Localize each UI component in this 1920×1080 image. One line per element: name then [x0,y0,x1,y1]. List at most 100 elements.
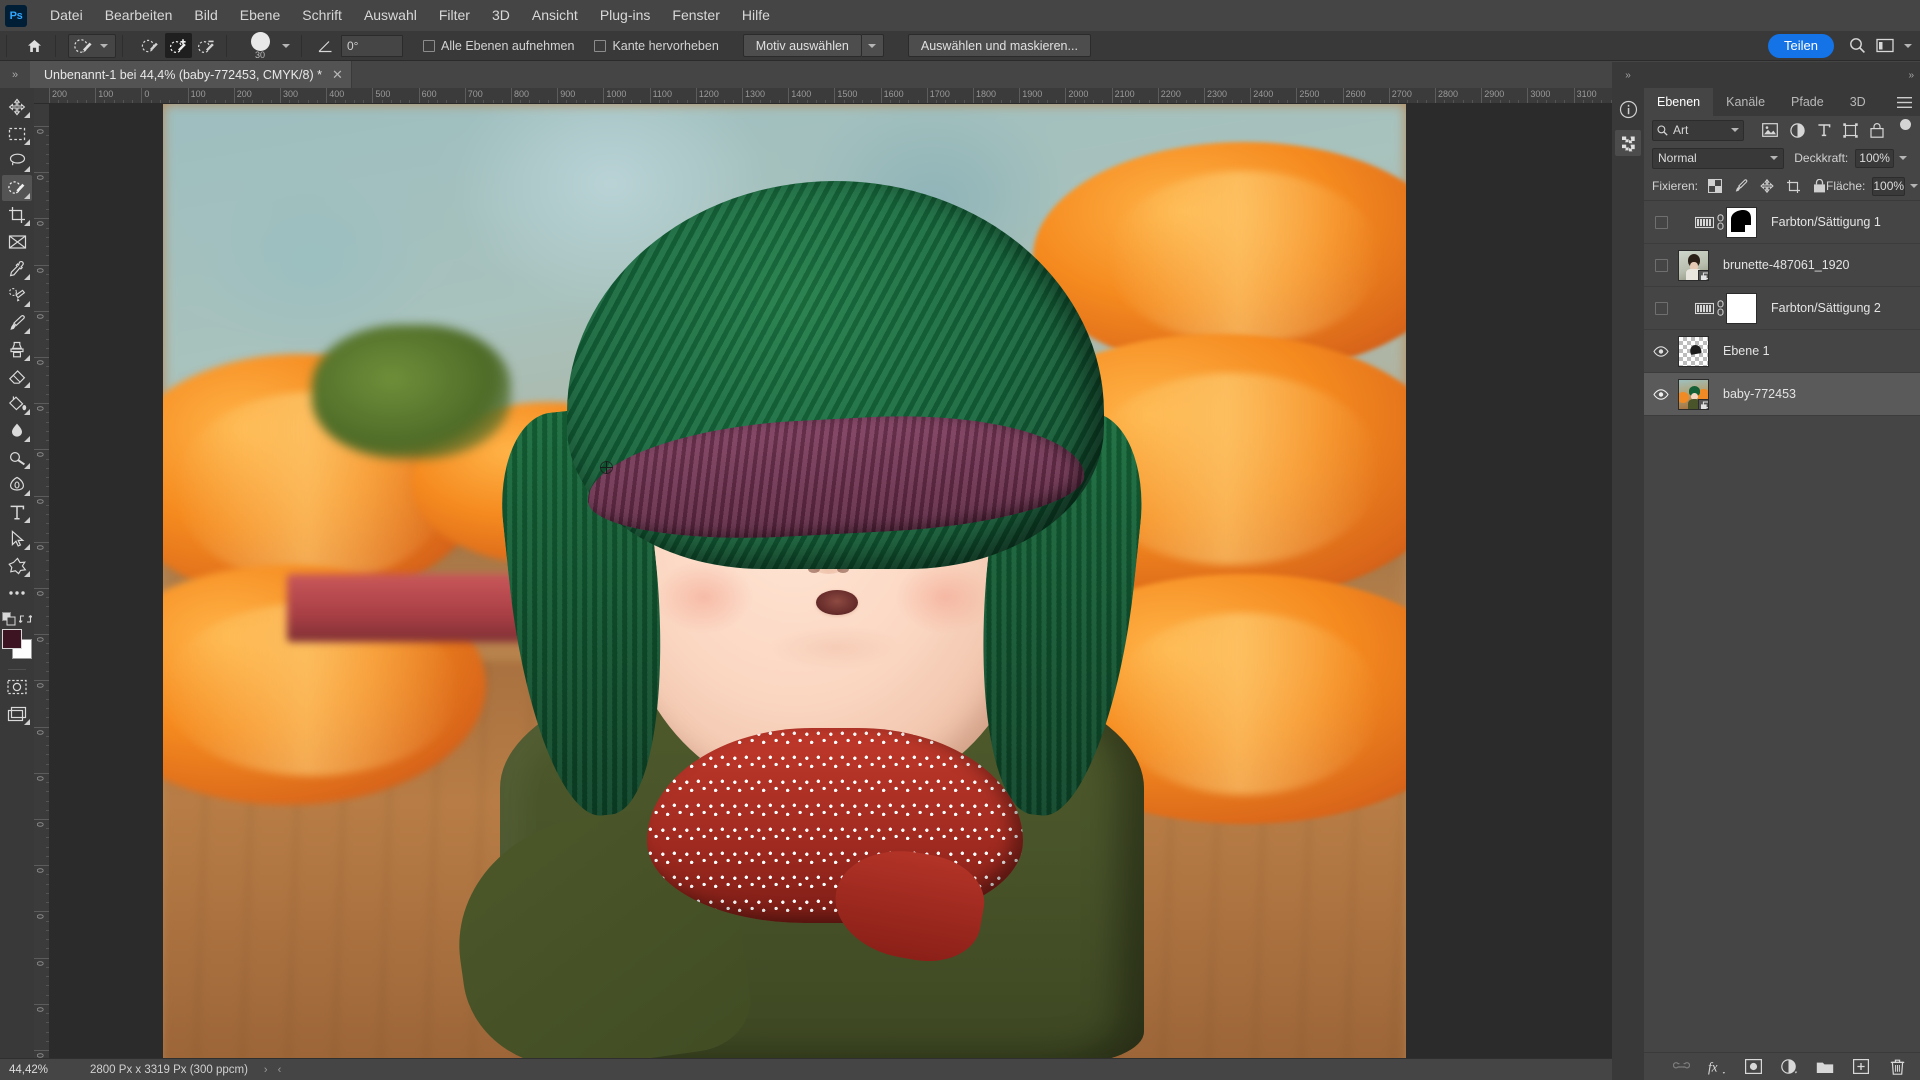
zoom-level-field[interactable]: 44,42% [6,1061,62,1078]
crop-tool[interactable] [2,202,32,228]
fill-chevron-down-icon[interactable] [1910,184,1919,188]
collapse-arrows-icon[interactable]: » [0,61,30,88]
menu-item-bearbeiten[interactable]: Bearbeiten [94,0,184,31]
menu-item-fenster[interactable]: Fenster [661,0,730,31]
layer-row[interactable]: Ebene 1 [1644,330,1920,373]
horizontal-ruler[interactable]: 200 100 0 100 200 300 400 500 600 700 800 900 1000 11… [34,88,1644,104]
brush-size-preview[interactable]: 30 [243,31,277,61]
blur-tool[interactable] [2,418,32,444]
angle-input[interactable]: 0° [341,34,403,57]
home-icon[interactable] [19,33,49,59]
layer-filter-type-select[interactable]: Art [1652,119,1744,141]
dodge-tool[interactable] [2,445,32,471]
opacity-field[interactable]: 100% [1855,148,1894,168]
enhance-edge-checkbox-group[interactable]: Kante hervorheben [594,39,719,53]
all-layers-checkbox-group[interactable]: Alle Ebenen aufnehmen [423,39,574,53]
lasso-tool[interactable] [2,148,32,174]
color-swatches[interactable] [2,629,32,659]
workspace-chevron-down-icon[interactable] [1904,43,1912,48]
default-colors-icon[interactable] [2,612,16,626]
document-artboard[interactable] [163,104,1406,1064]
lock-transparent-pixels-icon[interactable] [1708,179,1723,193]
custom-shape-tool[interactable] [2,553,32,579]
path-selection-tool[interactable] [2,526,32,552]
filter-pixel-layers-icon[interactable] [1762,123,1778,137]
mask-icon[interactable] [1744,1058,1762,1076]
tab-pfade[interactable]: Pfade [1778,88,1837,116]
lock-position-icon[interactable] [1760,179,1774,193]
libraries-panel-icon[interactable] [1615,130,1641,156]
opacity-chevron-down-icon[interactable] [1899,156,1907,160]
quick-selection-tool[interactable] [2,175,32,201]
blend-mode-select[interactable]: Normal [1652,147,1785,169]
spot-healing-brush-tool[interactable] [2,283,32,309]
menu-item-hilfe[interactable]: Hilfe [731,0,781,31]
edit-toolbar-button[interactable] [2,580,32,606]
status-next-arrow-icon[interactable]: › [264,1064,268,1076]
lock-all-icon[interactable] [1813,179,1826,193]
brush-tool[interactable] [2,310,32,336]
brush-options-chevron-down-icon[interactable] [282,43,290,48]
menu-item-ebene[interactable]: Ebene [229,0,291,31]
tool-preset-picker[interactable] [68,33,116,58]
layer-filter-enable-toggle[interactable] [1899,119,1912,141]
layer-row[interactable]: brunette-487061_1920 [1644,244,1920,287]
menu-item-filter[interactable]: Filter [428,0,481,31]
tab-ebenen[interactable]: Ebenen [1644,88,1714,116]
screen-mode-button[interactable] [2,701,32,727]
mask-link-icon[interactable] [1714,214,1726,230]
plus-square-icon[interactable] [1852,1058,1870,1076]
share-button[interactable]: Teilen [1768,33,1834,58]
close-icon[interactable]: ✕ [332,67,343,83]
filter-adjustment-layers-icon[interactable] [1790,122,1805,138]
folder-icon[interactable] [1816,1058,1834,1076]
layer-mask-thumbnail[interactable] [1726,292,1757,324]
eraser-tool[interactable] [2,364,32,390]
mask-link-icon[interactable] [1714,300,1726,316]
tab-kanaele[interactable]: Kanäle [1713,88,1778,116]
menu-item-auswahl[interactable]: Auswahl [353,0,428,31]
filter-smart-object-layers-icon[interactable] [1870,122,1884,138]
layer-thumbnail[interactable] [1678,378,1709,410]
menu-item-3d[interactable]: 3D [481,0,521,31]
layer-visibility-toggle[interactable] [1648,301,1674,315]
info-panel-icon[interactable] [1615,96,1641,122]
vertical-ruler[interactable]: 0000000000000000000000 [34,104,50,1064]
enhance-edge-checkbox[interactable] [594,39,607,52]
paint-bucket-tool[interactable] [2,391,32,417]
layers-list[interactable]: Farbton/Sättigung 1 brunette-487061_1920… [1644,200,1920,1052]
layer-visibility-toggle[interactable] [1648,215,1674,229]
layer-visibility-toggle[interactable] [1648,388,1674,400]
panel-collapse-arrows-icon[interactable]: » [1908,70,1914,81]
layer-visibility-toggle[interactable] [1648,345,1674,357]
trash-icon[interactable] [1888,1058,1906,1076]
layer-thumbnail[interactable] [1678,249,1709,281]
select-and-mask-button[interactable]: Auswählen und maskieren... [907,34,1091,57]
selection-new-button[interactable] [137,33,164,58]
chevron-down-icon[interactable] [100,43,108,48]
filter-shape-layers-icon[interactable] [1843,122,1858,138]
selection-subtract-button[interactable] [193,33,220,58]
document-tab[interactable]: Unbenannt-1 bei 44,4% (baby-772453, CMYK… [30,61,352,88]
menu-item-ansicht[interactable]: Ansicht [521,0,589,31]
panel-menu-icon[interactable] [1897,88,1912,116]
filter-type-layers-icon[interactable] [1817,123,1831,137]
fx-icon[interactable]: fx [1708,1058,1726,1076]
selection-add-button[interactable] [165,33,192,58]
menu-item-schrift[interactable]: Schrift [291,0,353,31]
lock-artboard-nesting-icon[interactable] [1786,179,1801,193]
eyedropper-tool[interactable] [2,256,32,282]
rectangular-marquee-tool[interactable] [2,121,32,147]
quick-mask-button[interactable] [2,674,32,700]
layer-row[interactable]: baby-772453 [1644,373,1920,416]
chevron-down-icon[interactable] [1731,128,1739,132]
lock-image-pixels-icon[interactable] [1734,179,1748,193]
dock-collapse-arrows-icon[interactable]: » [1612,62,1644,88]
select-subject-chevron-down-icon[interactable] [861,34,884,57]
frame-tool[interactable] [2,229,32,255]
menu-item-bild[interactable]: Bild [183,0,228,31]
pen-tool[interactable] [2,472,32,498]
chevron-down-icon[interactable] [1770,156,1779,160]
adjustment-icon[interactable] [1780,1058,1798,1076]
type-tool[interactable] [2,499,32,525]
